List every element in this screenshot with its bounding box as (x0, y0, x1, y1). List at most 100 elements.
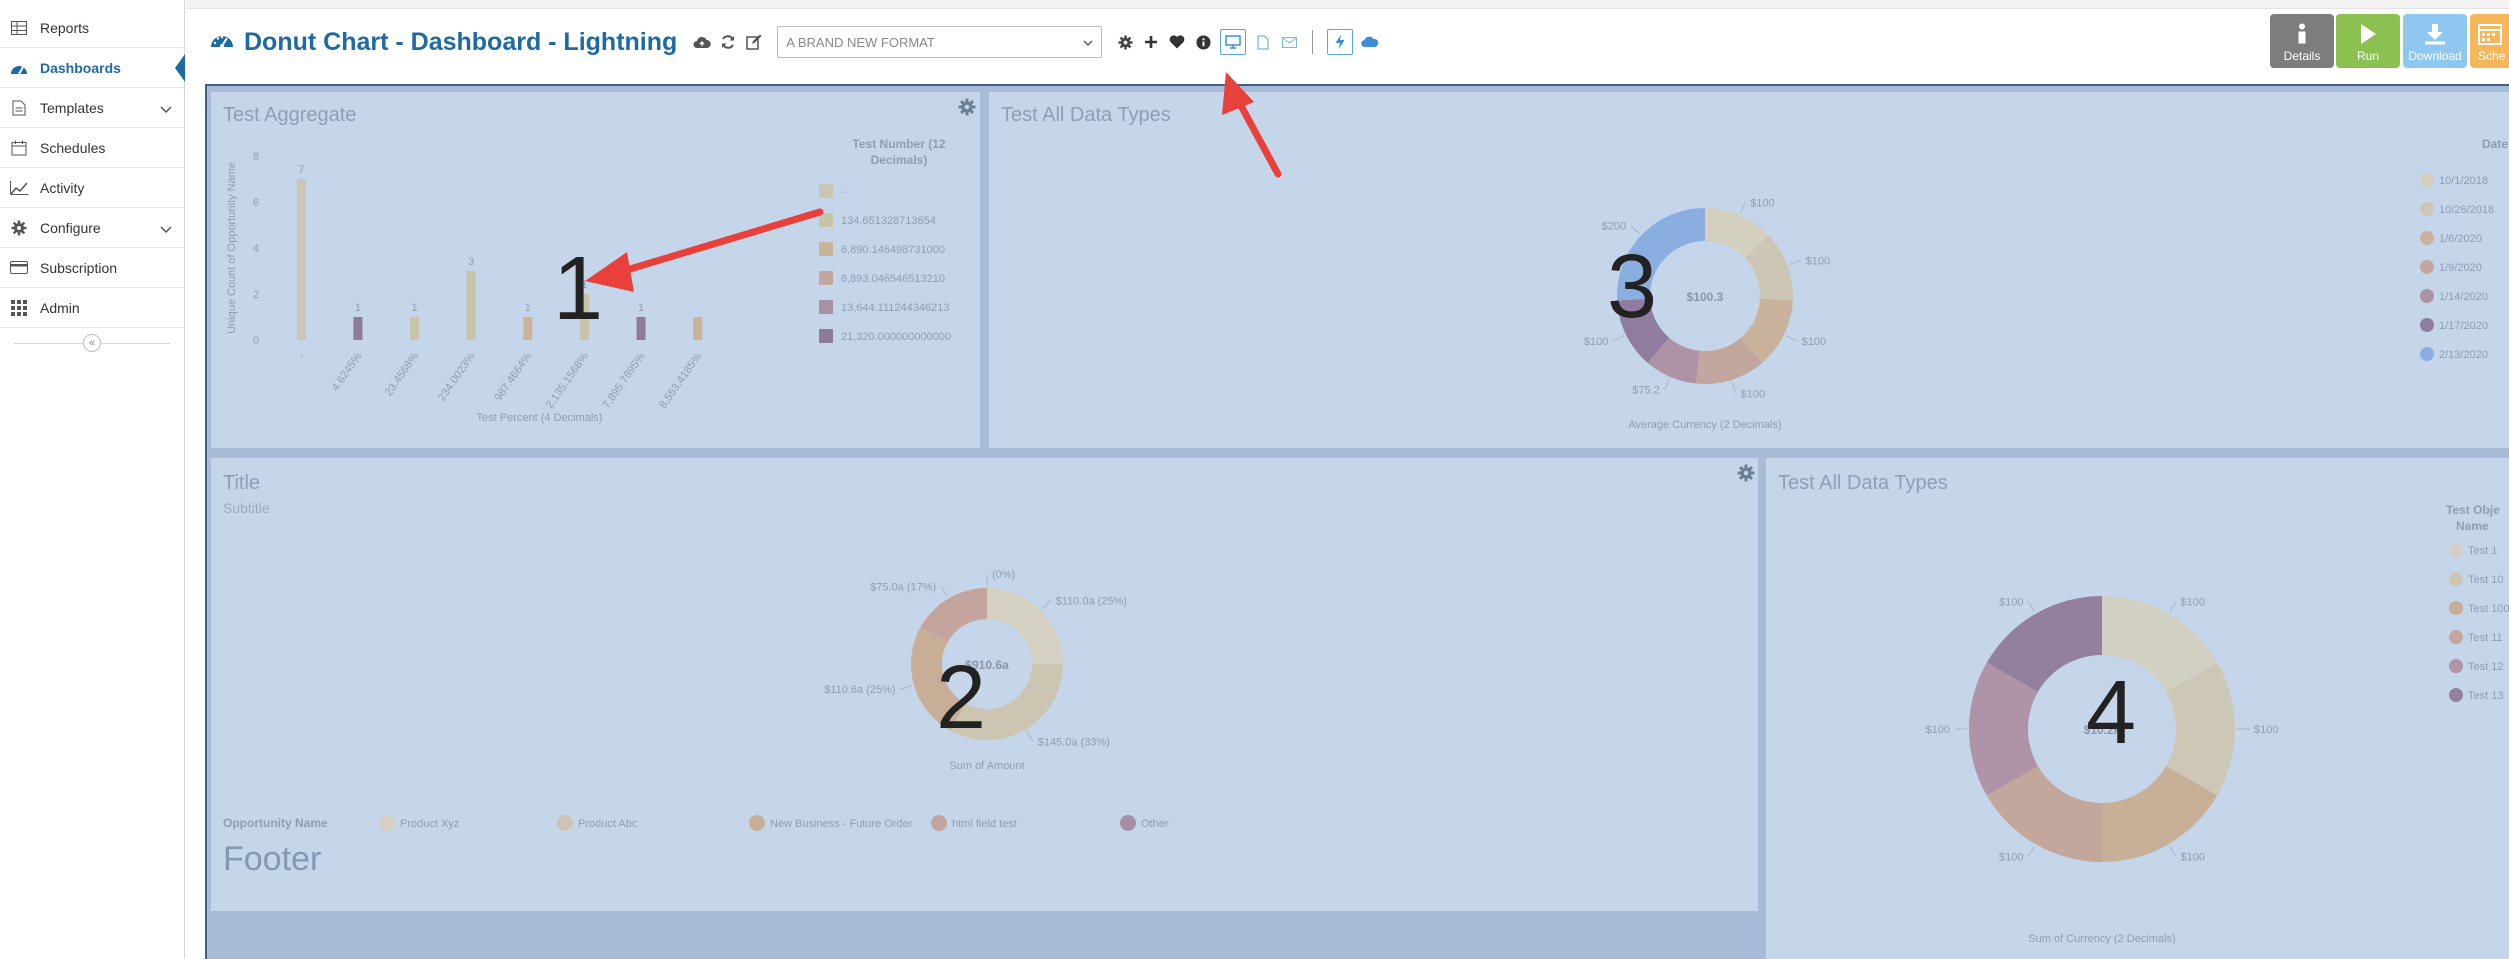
legend-label[interactable]: html field test (952, 818, 1017, 830)
legend-swatch[interactable] (2449, 543, 2463, 557)
legend-swatch[interactable] (2449, 630, 2463, 644)
download-icon (2425, 24, 2445, 45)
legend-swatch[interactable] (2449, 659, 2463, 673)
sidebar-item-configure[interactable]: Configure (0, 208, 184, 248)
legend-label[interactable]: New Business - Future Order (770, 818, 913, 830)
legend-swatch[interactable] (819, 213, 833, 227)
legend-label[interactable]: 1/17/2020 (2439, 320, 2488, 332)
widget-test-all-data-types-1[interactable]: Test All Data Types $100 $100 $100 $100 $75.… (989, 92, 2509, 448)
legend-label[interactable]: Test 10 (2468, 574, 2503, 586)
sidebar-item-label: Subscription (40, 259, 118, 276)
slice-label: $110.0a (25%) (1056, 595, 1127, 607)
legend-title: Test Obje (2446, 503, 2500, 517)
legend-swatch[interactable] (931, 815, 947, 831)
legend-label[interactable]: 21,320.000000000000 (841, 331, 951, 343)
bar[interactable] (353, 317, 363, 340)
legend-swatch[interactable] (2449, 601, 2463, 615)
chevron-down-icon[interactable] (160, 101, 172, 117)
legend-label[interactable]: 2/13/2020 (2439, 349, 2488, 361)
legend-swatch[interactable] (557, 815, 573, 831)
legend-label[interactable]: Test 11 (2468, 632, 2503, 644)
sidebar-item-dashboards[interactable]: Dashboards (0, 48, 185, 88)
legend-label[interactable]: Product Xyz (400, 818, 459, 830)
collapse-sidebar-button[interactable]: « (83, 334, 101, 352)
legend-label[interactable]: Test 100 (2468, 603, 2509, 615)
bar[interactable] (636, 317, 646, 340)
cloud-upload-icon[interactable] (689, 29, 715, 55)
annotation-number: 3 (1607, 237, 1658, 337)
credit-card-icon (10, 259, 28, 277)
legend-swatch[interactable] (2420, 202, 2434, 216)
legend-swatch[interactable] (2420, 260, 2434, 274)
sidebar-item-activity[interactable]: Activity (0, 168, 184, 208)
legend-label[interactable]: 6,890.146498731000 (841, 244, 945, 256)
legend-label[interactable]: Test 1 (2468, 545, 2497, 557)
legend-label[interactable]: - (841, 186, 845, 198)
donut-slice[interactable] (987, 588, 1063, 664)
legend-label[interactable]: 1/14/2020 (2439, 291, 2488, 303)
format-select[interactable]: A BRAND NEW FORMAT (777, 26, 1103, 58)
run-button[interactable]: Run (2336, 14, 2400, 68)
sidebar-item-reports[interactable]: Reports (0, 8, 184, 48)
legend-swatch[interactable] (2449, 572, 2463, 586)
legend-label[interactable]: Product Abc (578, 818, 638, 830)
legend-label[interactable]: 1/9/2020 (2439, 262, 2482, 274)
legend-swatch[interactable] (819, 329, 833, 343)
legend-swatch[interactable] (749, 815, 765, 831)
desktop-view-icon[interactable] (1220, 29, 1247, 55)
refresh-icon[interactable] (715, 29, 741, 55)
email-icon[interactable] (1276, 29, 1302, 55)
legend-swatch[interactable] (819, 271, 833, 285)
gear-icon[interactable] (1112, 29, 1138, 55)
widget-test-all-data-types-2[interactable]: Test All Data Types $100 $100 $100 $100 $100… (1766, 458, 2509, 959)
legend-label[interactable]: 134.651328713654 (841, 215, 936, 227)
legend-swatch[interactable] (819, 184, 833, 198)
legend-swatch[interactable] (2420, 231, 2434, 245)
details-button[interactable]: Details (2270, 14, 2334, 68)
legend-swatch[interactable] (2449, 688, 2463, 702)
edit-icon[interactable] (741, 29, 767, 55)
legend-label[interactable]: 10/26/2018 (2439, 204, 2494, 216)
chevron-down-icon[interactable] (160, 221, 172, 237)
legend-swatch[interactable] (1120, 815, 1136, 831)
sidebar-item-templates[interactable]: Templates (0, 88, 184, 128)
bar[interactable] (693, 317, 703, 340)
legend-swatch[interactable] (2420, 347, 2434, 361)
title-group: Donut Chart - Dashboard - Lightning (210, 28, 677, 57)
bar[interactable] (466, 271, 476, 340)
leader-line (1785, 335, 1797, 342)
schedule-button-label: Sche (2478, 49, 2506, 63)
legend-label[interactable]: 13,644.111244346213 (841, 302, 949, 314)
schedule-button[interactable]: Sche (2470, 14, 2509, 68)
legend-swatch[interactable] (2420, 289, 2434, 303)
lightning-icon[interactable] (1327, 29, 1354, 55)
legend-label[interactable]: 10/1/2018 (2439, 175, 2488, 187)
legend-label[interactable]: Test 13 (2468, 690, 2503, 702)
legend-label[interactable]: Test 12 (2468, 661, 2503, 673)
sidebar-item-label: Templates (40, 99, 104, 116)
sidebar-item-schedules[interactable]: Schedules (0, 128, 184, 168)
legend-swatch[interactable] (819, 242, 833, 256)
download-button[interactable]: Download (2403, 14, 2467, 68)
legend-label[interactable]: 6,893.046546513210 (841, 273, 945, 285)
salesforce-cloud-icon[interactable] (1357, 29, 1383, 55)
legend-label[interactable]: Other (1141, 818, 1169, 830)
widget-title-subtitle[interactable]: Title Subtitle $110.0a (25%) $145.0a (33%… (211, 458, 1758, 911)
legend-label[interactable]: 1/6/2020 (2439, 233, 2482, 245)
legend-title: Name (2456, 519, 2489, 533)
sidebar-item-subscription[interactable]: Subscription (0, 248, 184, 288)
legend-swatch[interactable] (379, 815, 395, 831)
widget-test-aggregate[interactable]: Test Aggregate Unique Count of Opportuni… (211, 92, 980, 448)
bar[interactable] (410, 317, 420, 340)
sidebar-item-admin[interactable]: Admin (0, 288, 184, 328)
legend-swatch[interactable] (819, 300, 833, 314)
x-axis-label: Average Currency (2 Decimals) (1628, 419, 1781, 431)
legend-swatch[interactable] (2420, 173, 2434, 187)
file-icon[interactable] (1250, 29, 1276, 55)
plus-icon[interactable] (1138, 29, 1164, 55)
heart-icon[interactable] (1164, 29, 1190, 55)
info-icon[interactable] (1190, 29, 1216, 55)
legend-swatch[interactable] (2420, 318, 2434, 332)
bar[interactable] (296, 179, 306, 340)
bar[interactable] (523, 317, 533, 340)
